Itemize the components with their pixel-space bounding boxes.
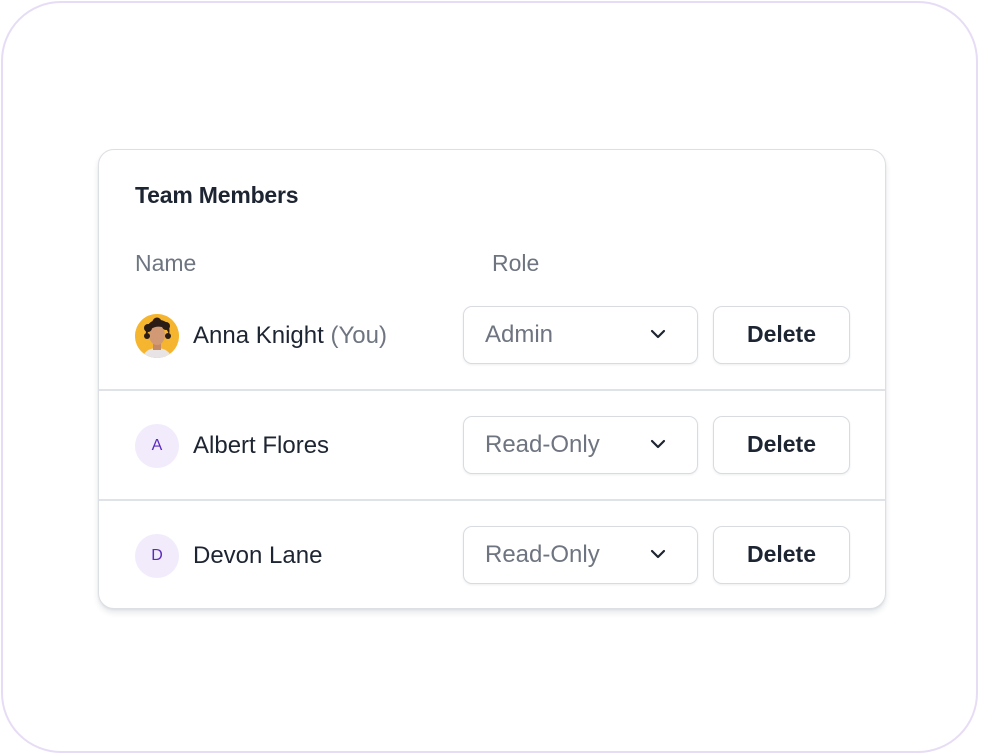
role-dropdown[interactable]: Admin (463, 306, 698, 364)
member-name: Devon Lane (193, 542, 323, 569)
column-header-role: Role (492, 250, 540, 276)
member-row: D Devon Lane Read-Only Delete (99, 499, 885, 609)
avatar (135, 314, 179, 358)
delete-button[interactable]: Delete (713, 526, 850, 584)
member-name: Anna Knight (You) (193, 322, 387, 350)
member-name-text: Anna Knight (193, 322, 324, 349)
column-header-name: Name (135, 250, 197, 276)
member-name: Albert Flores (193, 432, 330, 459)
chevron-down-icon (650, 549, 666, 559)
avatar: D (135, 534, 179, 578)
you-tag: (You) (330, 322, 387, 349)
role-dropdown[interactable]: Read-Only (463, 416, 698, 474)
avatar: A (135, 424, 179, 468)
chevron-down-icon (650, 439, 666, 449)
role-dropdown-value: Read-Only (485, 431, 600, 458)
panel-title: Team Members (135, 182, 299, 208)
member-row: Anna Knight (You) Admin Delete (99, 280, 885, 390)
row-divider (99, 499, 885, 501)
member-row: A Albert Flores Read-Only Delete (99, 389, 885, 499)
avatar-photo-icon (135, 314, 179, 358)
chevron-down-icon (650, 329, 666, 339)
delete-button[interactable]: Delete (713, 306, 850, 364)
team-members-panel: Team Members Name Role Anna Knight (You) (98, 149, 886, 609)
row-divider (99, 389, 885, 391)
role-dropdown-value: Admin (485, 321, 554, 348)
role-dropdown-value: Read-Only (485, 541, 600, 568)
delete-button[interactable]: Delete (713, 416, 850, 474)
role-dropdown[interactable]: Read-Only (463, 526, 698, 584)
